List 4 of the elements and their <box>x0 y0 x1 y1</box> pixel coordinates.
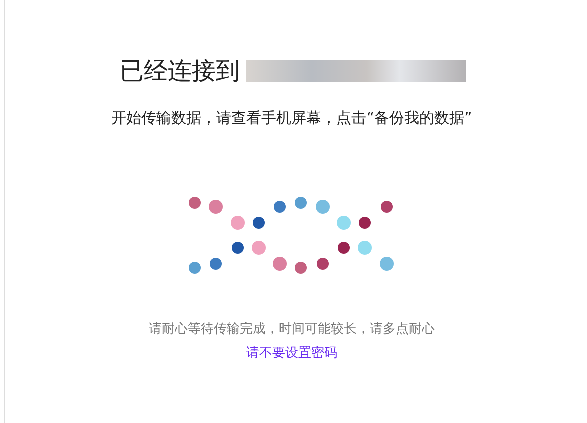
password-link[interactable]: 请不要设置密码 <box>246 344 338 362</box>
wait-note: 请耐心等待传输完成，时间可能较长，请多点耐心 <box>149 321 435 338</box>
connection-heading: 已经连接到 <box>120 56 240 87</box>
instruction-text: 开始传输数据，请查看手机屏幕，点击“备份我的数据” <box>112 109 472 128</box>
